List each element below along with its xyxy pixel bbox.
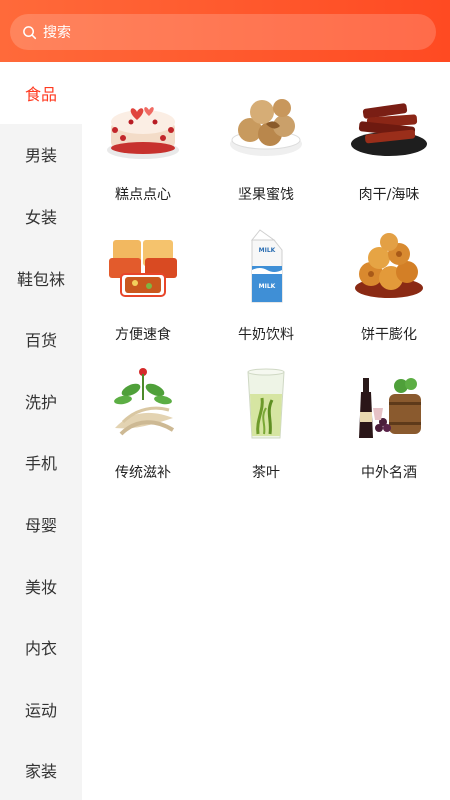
category-cell-tea[interactable]: 茶叶: [205, 340, 327, 481]
sidebar-item-food[interactable]: 食品: [0, 62, 82, 124]
category-label: 坚果蜜饯: [238, 187, 294, 203]
category-cell-wine-liquor[interactable]: 中外名酒: [328, 340, 450, 481]
category-cell-traditional-tonic[interactable]: 传统滋补: [82, 340, 204, 481]
jerky-icon: [351, 103, 427, 156]
sidebar-item-beauty[interactable]: 美妆: [0, 555, 82, 617]
sidebar-item-shoes-bags[interactable]: 鞋包袜: [0, 247, 82, 309]
sidebar-item-sports[interactable]: 运动: [0, 678, 82, 740]
category-cell-nuts[interactable]: 坚果蜜饯: [205, 62, 327, 203]
sidebar-item-baby[interactable]: 母婴: [0, 493, 82, 555]
header-bar: 搜索: [0, 0, 450, 62]
tea-glass-icon: [247, 368, 285, 439]
category-label: 肉干/海味: [358, 187, 420, 203]
sidebar-item-home-decor[interactable]: 家装: [0, 740, 82, 800]
wine-icon: [359, 378, 421, 438]
milk-label-top: MILK: [259, 247, 276, 254]
biscuits-icon: [355, 233, 423, 298]
sidebar-item-underwear[interactable]: 内衣: [0, 616, 82, 678]
category-cell-jerky[interactable]: 肉干/海味: [328, 62, 450, 203]
sidebar-item-menswear[interactable]: 男装: [0, 124, 82, 186]
category-sidebar: 食品 男装 女装 鞋包袜 百货 洗护 手机 母婴 美妆 内衣 运动 家装: [0, 62, 82, 800]
category-cell-instant-food[interactable]: 方便速食: [82, 202, 204, 343]
ginseng-icon: [114, 368, 175, 436]
search-icon: [23, 25, 37, 39]
milk-label-bottom: MILK: [259, 283, 276, 290]
cake-icon: [107, 107, 179, 159]
nuts-icon: [230, 99, 302, 156]
sidebar-item-phones[interactable]: 手机: [0, 432, 82, 494]
sidebar-item-general-goods[interactable]: 百货: [0, 308, 82, 370]
search-placeholder: 搜索: [43, 25, 71, 41]
milk-carton-icon: MILK MILK: [250, 229, 283, 303]
category-label: 传统滋补: [115, 465, 171, 481]
sidebar-item-womenswear[interactable]: 女装: [0, 185, 82, 247]
sidebar-item-wash-care[interactable]: 洗护: [0, 370, 82, 432]
instant-food-icon: [109, 240, 177, 297]
category-label: 中外名酒: [361, 465, 417, 481]
category-cell-biscuits[interactable]: 饼干膨化: [328, 202, 450, 343]
category-label: 茶叶: [252, 465, 280, 481]
category-cell-milk-drinks[interactable]: MILK MILK 牛奶饮料: [205, 202, 327, 343]
category-cell-pastry[interactable]: 糕点点心: [82, 62, 204, 203]
search-input[interactable]: 搜索: [10, 14, 436, 50]
category-label: 糕点点心: [115, 187, 171, 203]
